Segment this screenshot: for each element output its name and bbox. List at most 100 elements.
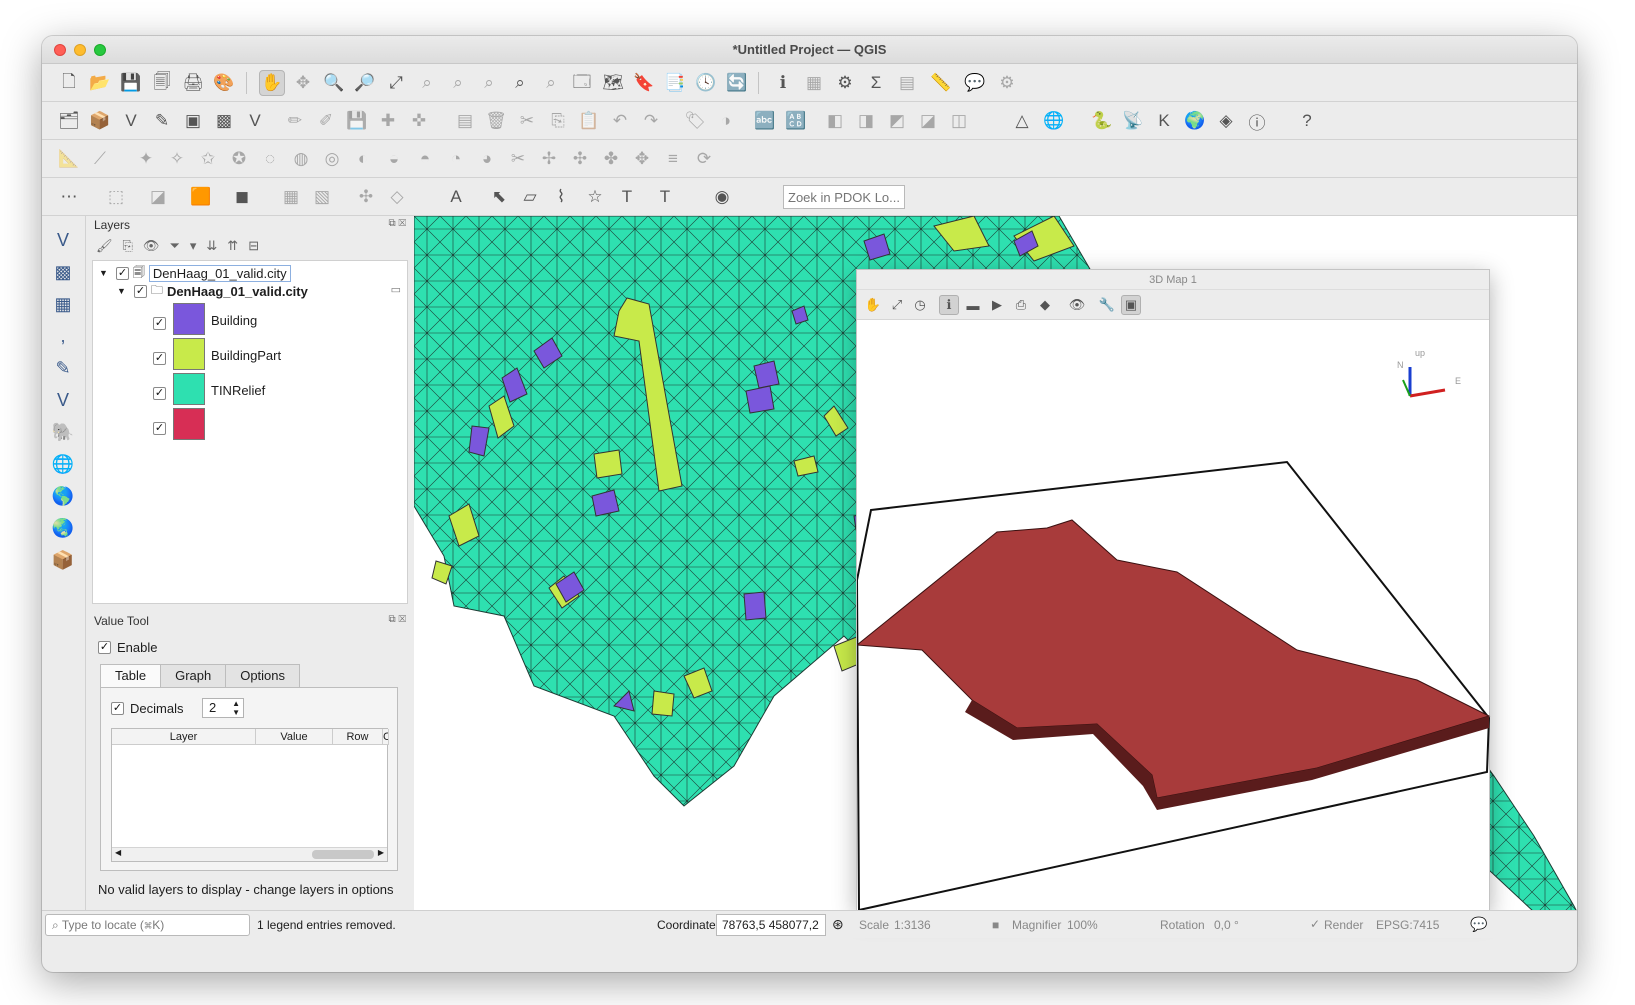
zoom-out-icon[interactable]: 🔎: [352, 70, 378, 96]
open-table-icon[interactable]: ▤: [894, 70, 920, 96]
decimals-spinbox[interactable]: 2 ▲ ▼: [202, 698, 244, 718]
processing-toolbox-icon[interactable]: ⚙: [832, 70, 858, 96]
add-line-icon[interactable]: ⟋: [87, 146, 113, 172]
spin-arrows-icon[interactable]: ▲ ▼: [232, 699, 240, 717]
save-project-icon[interactable]: 💾: [118, 70, 144, 96]
expand-all-icon[interactable]: ⇊: [206, 238, 217, 258]
legend-checkbox[interactable]: ✓: [153, 386, 166, 400]
zoom-native-icon[interactable]: ⌕: [476, 70, 502, 96]
enable-row[interactable]: ✓ Enable: [98, 640, 157, 655]
scale-feature-icon[interactable]: ✩: [195, 146, 221, 172]
offset-curve-icon[interactable]: ◔: [443, 146, 469, 172]
delete-selected-icon[interactable]: 🗑: [483, 108, 509, 134]
pan-map-icon[interactable]: ✋: [259, 70, 285, 96]
add-ring-icon[interactable]: ◌: [257, 146, 283, 172]
pan-to-selection-icon[interactable]: ✥: [290, 70, 316, 96]
magnifier-lock-icon[interactable]: ■: [992, 918, 999, 932]
plugin-earth-icon[interactable]: 🌍: [1182, 108, 1208, 134]
add-mesh-layer-icon[interactable]: ▦: [49, 290, 77, 318]
deselect-all-icon[interactable]: 🟧: [188, 184, 214, 210]
legend-item-tinrelief[interactable]: ✓: [153, 377, 166, 409]
delete-part-icon[interactable]: ◒: [381, 146, 407, 172]
layer-labeling-icon[interactable]: 🔤: [752, 108, 778, 134]
manage-visibility-icon[interactable]: 👁: [143, 238, 160, 258]
statistics-icon[interactable]: Σ: [863, 70, 889, 96]
print-layout-icon[interactable]: 🖨: [180, 70, 206, 96]
annotation-text-icon[interactable]: A: [443, 184, 469, 210]
rotation-spinbox[interactable]: 0,0 °: [1214, 918, 1239, 932]
column-header-row[interactable]: Row: [333, 729, 383, 745]
scroll-left-icon[interactable]: ◀: [115, 848, 121, 857]
show-hide-labels-icon[interactable]: ◨: [853, 108, 879, 134]
zoom-selection-icon[interactable]: ⌕: [414, 70, 440, 96]
zoom-next-icon[interactable]: ⌕: [538, 70, 564, 96]
3d-measure-icon[interactable]: ▬: [963, 295, 983, 315]
legend-item-unnamed[interactable]: ✓: [153, 412, 166, 444]
rotate-feature-icon[interactable]: ✧: [164, 146, 190, 172]
vertex-tool-icon[interactable]: ✜: [406, 108, 432, 134]
legend-checkbox[interactable]: ✓: [153, 351, 166, 365]
scale-combobox[interactable]: 1:3136: [894, 918, 931, 932]
locator-options-icon[interactable]: ⚙: [994, 70, 1020, 96]
reshape-icon[interactable]: ◓: [412, 146, 438, 172]
legend-checkbox[interactable]: ✓: [153, 316, 166, 330]
expand-arrow-icon[interactable]: ▼: [99, 268, 108, 278]
new-geopackage-icon[interactable]: 📦: [87, 108, 113, 134]
expression-select-icon[interactable]: ◇: [384, 184, 410, 210]
add-gpx-icon[interactable]: ✎: [49, 354, 77, 382]
data-source-manager-icon[interactable]: 🗂: [56, 108, 82, 134]
redo-icon[interactable]: ↷: [638, 108, 664, 134]
layer-group-file-row[interactable]: ▼ ✓ 🗐 DenHaag_01_valid.city: [99, 264, 291, 282]
add-wms-icon[interactable]: 🌐: [49, 450, 77, 478]
fill-ring-icon[interactable]: ◎: [319, 146, 345, 172]
move-label-icon[interactable]: ◩: [884, 108, 910, 134]
add-wcs-icon[interactable]: 🌏: [49, 514, 77, 542]
legend-item-building[interactable]: ✓: [153, 307, 166, 339]
remove-layer-icon[interactable]: ⊟: [248, 238, 259, 258]
add-3d-icon[interactable]: 📦: [49, 546, 77, 574]
split-features-icon[interactable]: ◕: [474, 146, 500, 172]
3d-dock-icon[interactable]: ▣: [1121, 295, 1141, 315]
layer-checkbox[interactable]: ✓: [133, 284, 147, 298]
toggle-editing-icon[interactable]: ✐: [313, 108, 339, 134]
select-features-icon[interactable]: ⬚: [103, 184, 129, 210]
simplify-icon[interactable]: ✪: [226, 146, 252, 172]
3d-export-icon[interactable]: ⎙: [1011, 295, 1031, 315]
annotation-polygon-icon[interactable]: ▱: [517, 184, 543, 210]
expand-arrow-icon[interactable]: ▼: [117, 286, 126, 296]
3d-effects-icon[interactable]: ◆: [1035, 295, 1055, 315]
new-project-icon[interactable]: 🗋: [56, 70, 82, 96]
magnifier-spinbox[interactable]: 100%: [1067, 918, 1098, 932]
value-tool-toggle-icon[interactable]: ⋯: [56, 184, 82, 210]
select-by-value-icon[interactable]: ◪: [145, 184, 171, 210]
3d-identify-icon[interactable]: ℹ: [939, 295, 959, 315]
annotation-marker-icon[interactable]: ☆: [582, 184, 608, 210]
legend-checkbox[interactable]: ✓: [153, 421, 166, 435]
layer-group-row[interactable]: ▼ ✓ 🗀 DenHaag_01_valid.city: [117, 282, 308, 300]
gps-triangle-icon[interactable]: △: [1009, 108, 1035, 134]
add-postgis-icon[interactable]: 🐘: [49, 418, 77, 446]
plugin-k-icon[interactable]: K: [1151, 108, 1177, 134]
digitizing-panel-icon[interactable]: 📐: [56, 146, 82, 172]
filter-expression-icon[interactable]: ▾: [190, 238, 197, 258]
plugin-layers-icon[interactable]: ◈: [1213, 108, 1239, 134]
annotation-point-text-icon[interactable]: T: [614, 184, 640, 210]
highlight-labels-icon[interactable]: ◧: [822, 108, 848, 134]
messages-icon[interactable]: 💬: [1470, 916, 1487, 933]
decimals-row[interactable]: ✓ Decimals: [111, 701, 183, 716]
3d-zoom-full-icon[interactable]: ⤢: [887, 295, 907, 315]
select-layer-icon[interactable]: ◼: [229, 184, 255, 210]
split-parts-icon[interactable]: ✂: [505, 146, 531, 172]
modify-attributes-icon[interactable]: ▤: [452, 108, 478, 134]
3d-options-icon[interactable]: 🔧: [1097, 295, 1117, 315]
pdok-locator-icon[interactable]: ◉: [709, 184, 735, 210]
select-annotation-icon[interactable]: ⬉: [486, 184, 512, 210]
label-tool-icon[interactable]: 🏷: [682, 108, 708, 134]
add-group-icon[interactable]: ⎘: [123, 238, 133, 258]
temporal-controller-icon[interactable]: 🕓: [693, 70, 719, 96]
extents-toggle-icon[interactable]: ⊛: [832, 916, 844, 933]
new-map-view-icon[interactable]: 🗔: [569, 70, 595, 96]
add-delimited-text-icon[interactable]: ,: [49, 322, 77, 350]
add-vector-layer-icon[interactable]: V: [49, 226, 77, 254]
add-part-icon[interactable]: ◍: [288, 146, 314, 172]
